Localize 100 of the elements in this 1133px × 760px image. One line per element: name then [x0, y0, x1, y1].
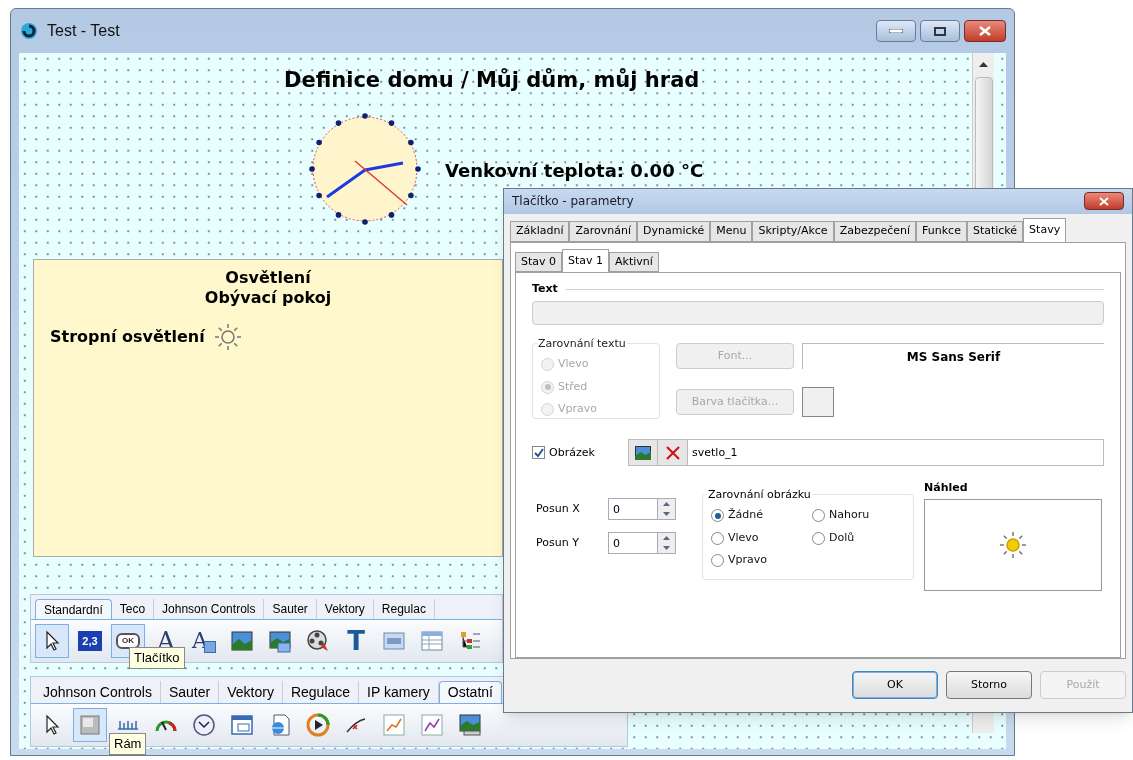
radio-label: Vpravo — [558, 401, 597, 418]
number-field[interactable]: 0 — [608, 532, 658, 555]
radio-label: Dolů — [829, 529, 855, 546]
dialog-tab[interactable]: Funkce — [916, 220, 967, 242]
maximize-button[interactable] — [920, 20, 960, 42]
font-name-display: MS Sans Serif — [802, 343, 1104, 370]
light-label: Stropní osvětlení — [50, 326, 205, 348]
toolbox-tab[interactable]: Ostatní — [438, 681, 502, 703]
landscape-monitor-icon — [458, 713, 482, 737]
toolbox-tab[interactable]: Johnson Controls — [35, 681, 161, 703]
dialog-tab[interactable]: Skripty/Akce — [752, 220, 834, 242]
bold-letter-icon: T — [347, 629, 365, 653]
clock-icon — [192, 713, 216, 737]
dialog-title: Tlačítko - parametry — [512, 193, 634, 211]
dialog-tab[interactable]: Stavy — [1023, 217, 1067, 243]
down-arrow-icon — [663, 546, 670, 551]
dialog-tab[interactable]: Zarovnání — [569, 220, 637, 242]
landscape-chart-icon — [268, 629, 292, 653]
panel-title: Osvětlení — [225, 268, 311, 288]
dialog-tab[interactable]: Zabezpečení — [833, 220, 917, 242]
frame-icon — [78, 713, 102, 737]
dialog-tab[interactable]: Základní — [510, 220, 570, 242]
up-arrow-icon — [663, 536, 670, 541]
radio-button[interactable] — [711, 531, 724, 545]
close-icon — [1099, 196, 1109, 206]
line-chart-icon — [382, 713, 406, 737]
line-chart-icon — [420, 713, 444, 737]
field-label: Posun Y — [536, 535, 580, 552]
table-icon — [420, 629, 444, 653]
section-label: Text — [532, 280, 558, 297]
close-icon — [979, 26, 991, 36]
toolbox-tab[interactable]: Vektory — [316, 599, 374, 619]
app-logo-icon — [19, 21, 39, 41]
dialog-button[interactable]: OK — [852, 671, 938, 700]
radio-label: Vpravo — [728, 552, 767, 569]
close-button[interactable] — [1084, 192, 1124, 211]
close-button[interactable] — [964, 20, 1006, 42]
panel-icon — [382, 629, 406, 653]
toolbox-tab[interactable]: Vektory — [219, 681, 283, 703]
panel-subtitle: Obývací pokoj — [204, 288, 332, 308]
tooltip: Tlačítko — [129, 647, 185, 669]
maximize-icon — [934, 26, 946, 36]
cross-icon — [665, 445, 680, 460]
dialog-button[interactable]: Storno — [946, 671, 1032, 700]
spin-button[interactable] — [658, 532, 676, 555]
dialog-tab[interactable]: Menu — [710, 220, 753, 242]
radio-button[interactable] — [812, 531, 825, 545]
radio-button[interactable] — [711, 509, 724, 523]
sun-icon — [998, 529, 1028, 560]
button-icon: OK — [116, 633, 140, 649]
toolbox-tab[interactable]: Sauter — [160, 681, 220, 703]
clear-image-button[interactable] — [658, 439, 688, 467]
scroll-up-icon[interactable] — [979, 62, 988, 67]
number-field[interactable]: 0 — [608, 498, 658, 521]
radio-button[interactable] — [711, 554, 724, 568]
minimize-button[interactable] — [876, 20, 916, 42]
field-label: Posun X — [536, 501, 581, 518]
ruler-icon — [117, 720, 139, 730]
radio-label: Nahoru — [829, 507, 870, 524]
film-reel-icon — [306, 629, 330, 653]
tool-button[interactable]: T — [339, 624, 373, 658]
pick-image-button[interactable] — [628, 439, 658, 467]
radio-label: Střed — [558, 378, 588, 395]
toolbox-tab[interactable]: Johnson Controls — [154, 599, 265, 619]
tool-button[interactable]: 2,3 — [73, 624, 107, 658]
toolbox-tab[interactable]: Standardní — [35, 599, 112, 619]
toolbox-tab[interactable]: Regulace — [282, 681, 360, 703]
toolbox-tab[interactable]: IP kamery — [359, 681, 439, 703]
radio-button[interactable] — [812, 509, 825, 523]
color-swatch[interactable] — [802, 387, 834, 418]
state-tab[interactable]: Aktivní — [609, 251, 659, 272]
toolbox-tab[interactable]: Regulac — [373, 599, 435, 619]
temperature-label: Venkovní teplota: 0.00 °C — [445, 159, 704, 183]
radio-label: Vlevo — [558, 356, 589, 373]
light-bulb-sun-icon — [212, 322, 243, 352]
landscape-picture-icon — [635, 445, 651, 460]
tool-button[interactable] — [35, 624, 69, 658]
dialog-tab[interactable]: Statické — [966, 220, 1024, 242]
state-tab[interactable]: Stav 1 — [562, 248, 610, 273]
minimize-icon — [889, 29, 903, 33]
dialog-tab[interactable]: Dynamické — [637, 220, 711, 242]
image-name-field[interactable]: svetlo_1 — [688, 439, 1104, 467]
page-heading: Definice domu / Můj dům, můj hrad — [284, 67, 700, 94]
landscape-picture-icon — [230, 629, 254, 653]
window-title: Test - Test — [47, 21, 120, 41]
radio-label: Žádné — [728, 507, 763, 524]
up-arrow-icon — [663, 502, 670, 507]
play-circle-icon — [306, 713, 330, 737]
window-icon — [230, 713, 254, 737]
state-tab[interactable]: Stav 0 — [515, 251, 563, 272]
toolbox-tab[interactable]: Sauter — [264, 599, 317, 619]
down-arrow-icon — [663, 512, 670, 517]
preview-label: Náhled — [924, 480, 969, 497]
number-icon: 2,3 — [78, 631, 102, 651]
radio-label: Vlevo — [728, 529, 759, 546]
toolbox-tab[interactable]: Teco — [111, 599, 155, 619]
tooltip: Rám — [109, 733, 147, 755]
checkbox[interactable] — [532, 446, 545, 460]
checkbox-label: Obrázek — [549, 444, 595, 461]
spin-button[interactable] — [658, 498, 676, 521]
